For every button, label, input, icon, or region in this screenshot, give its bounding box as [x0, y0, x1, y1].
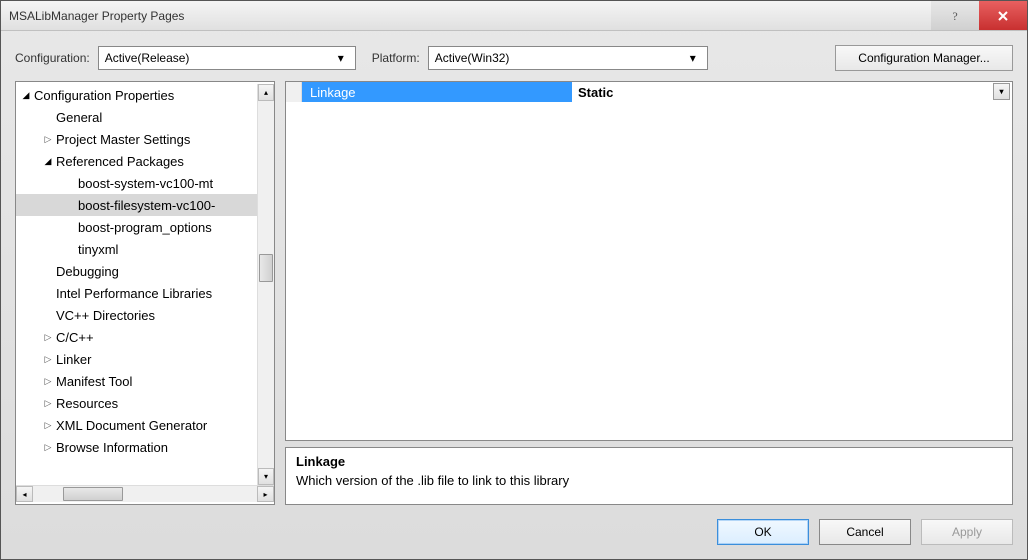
- tree-item-intel-perf-libs[interactable]: Intel Performance Libraries: [16, 282, 257, 304]
- expander-open-icon[interactable]: ◢: [42, 156, 54, 167]
- dialog-window: MSALibManager Property Pages ? Configura…: [0, 0, 1028, 560]
- property-value-cell[interactable]: Static ▾: [572, 82, 1012, 102]
- configuration-manager-button[interactable]: Configuration Manager...: [835, 45, 1013, 71]
- vertical-scroll-thumb[interactable]: [259, 254, 273, 282]
- tree-item-general[interactable]: General: [16, 106, 257, 128]
- tree-item-c-cpp[interactable]: ▷C/C++: [16, 326, 257, 348]
- tree-item-project-master-settings[interactable]: ▷Project Master Settings: [16, 128, 257, 150]
- property-name-cell[interactable]: Linkage: [302, 82, 572, 102]
- platform-value: Active(Win32): [435, 51, 685, 65]
- chevron-down-icon: ▾: [685, 51, 701, 65]
- tree-item-manifest-tool[interactable]: ▷Manifest Tool: [16, 370, 257, 392]
- right-panel: Linkage Static ▾ Linkage Which version o…: [285, 81, 1013, 505]
- tree-item-vcpp-directories[interactable]: VC++ Directories: [16, 304, 257, 326]
- tree-items: ◢Configuration Properties General ▷Proje…: [16, 84, 257, 485]
- expander-closed-icon[interactable]: ▷: [42, 134, 54, 145]
- help-button[interactable]: ?: [931, 1, 979, 30]
- svg-text:?: ?: [952, 9, 957, 23]
- tree-item-boost-system[interactable]: boost-system-vc100-mt: [16, 172, 257, 194]
- configuration-value: Active(Release): [105, 51, 333, 65]
- tree-item-browse-information[interactable]: ▷Browse Information: [16, 436, 257, 458]
- tree-item-linker[interactable]: ▷Linker: [16, 348, 257, 370]
- expander-closed-icon[interactable]: ▷: [42, 354, 54, 365]
- ok-button[interactable]: OK: [717, 519, 809, 545]
- tree-item-xml-doc-gen[interactable]: ▷XML Document Generator: [16, 414, 257, 436]
- close-button[interactable]: [979, 1, 1027, 30]
- property-value-text: Static: [578, 85, 613, 100]
- horizontal-scroll-track[interactable]: [33, 486, 257, 502]
- expander-open-icon[interactable]: ◢: [20, 90, 32, 101]
- content-area: Configuration: Active(Release) ▾ Platfor…: [1, 31, 1027, 559]
- cancel-button[interactable]: Cancel: [819, 519, 911, 545]
- tree-item-referenced-packages[interactable]: ◢Referenced Packages: [16, 150, 257, 172]
- description-panel: Linkage Which version of the .lib file t…: [285, 447, 1013, 505]
- description-title: Linkage: [296, 454, 1002, 469]
- tree-item-configuration-properties[interactable]: ◢Configuration Properties: [16, 84, 257, 106]
- platform-dropdown[interactable]: Active(Win32) ▾: [428, 46, 708, 70]
- tree-scroll-area: ◢Configuration Properties General ▷Proje…: [16, 84, 274, 485]
- tree-item-tinyxml[interactable]: tinyxml: [16, 238, 257, 260]
- scroll-up-button[interactable]: ▴: [258, 84, 274, 101]
- apply-button[interactable]: Apply: [921, 519, 1013, 545]
- config-bar: Configuration: Active(Release) ▾ Platfor…: [15, 45, 1013, 71]
- description-text: Which version of the .lib file to link t…: [296, 473, 1002, 488]
- property-row-linkage[interactable]: Linkage Static ▾: [286, 82, 1012, 102]
- tree-item-debugging[interactable]: Debugging: [16, 260, 257, 282]
- platform-label: Platform:: [372, 51, 420, 65]
- expander-closed-icon[interactable]: ▷: [42, 442, 54, 453]
- property-dropdown-button[interactable]: ▾: [993, 83, 1010, 100]
- property-gutter: [286, 82, 302, 102]
- expander-closed-icon[interactable]: ▷: [42, 332, 54, 343]
- tree-vertical-scrollbar[interactable]: ▴ ▾: [257, 84, 274, 485]
- configuration-label: Configuration:: [15, 51, 90, 65]
- tree-horizontal-scrollbar[interactable]: ◂ ▸: [16, 485, 274, 502]
- expander-closed-icon[interactable]: ▷: [42, 376, 54, 387]
- dialog-button-bar: OK Cancel Apply: [15, 515, 1013, 545]
- close-icon: [997, 10, 1009, 22]
- expander-closed-icon[interactable]: ▷: [42, 398, 54, 409]
- expander-closed-icon[interactable]: ▷: [42, 420, 54, 431]
- main-panels: ◢Configuration Properties General ▷Proje…: [15, 81, 1013, 505]
- tree-item-boost-filesystem[interactable]: boost-filesystem-vc100-: [16, 194, 257, 216]
- scroll-down-button[interactable]: ▾: [258, 468, 274, 485]
- scroll-right-button[interactable]: ▸: [257, 486, 274, 502]
- window-title: MSALibManager Property Pages: [9, 9, 931, 23]
- property-grid: Linkage Static ▾: [285, 81, 1013, 441]
- tree-item-boost-program-options[interactable]: boost-program_options: [16, 216, 257, 238]
- titlebar[interactable]: MSALibManager Property Pages ?: [1, 1, 1027, 31]
- chevron-down-icon: ▾: [333, 51, 349, 65]
- tree-item-resources[interactable]: ▷Resources: [16, 392, 257, 414]
- scroll-left-button[interactable]: ◂: [16, 486, 33, 502]
- configuration-dropdown[interactable]: Active(Release) ▾: [98, 46, 356, 70]
- tree-panel: ◢Configuration Properties General ▷Proje…: [15, 81, 275, 505]
- horizontal-scroll-thumb[interactable]: [63, 487, 123, 501]
- help-icon: ?: [948, 9, 962, 23]
- titlebar-buttons: ?: [931, 1, 1027, 30]
